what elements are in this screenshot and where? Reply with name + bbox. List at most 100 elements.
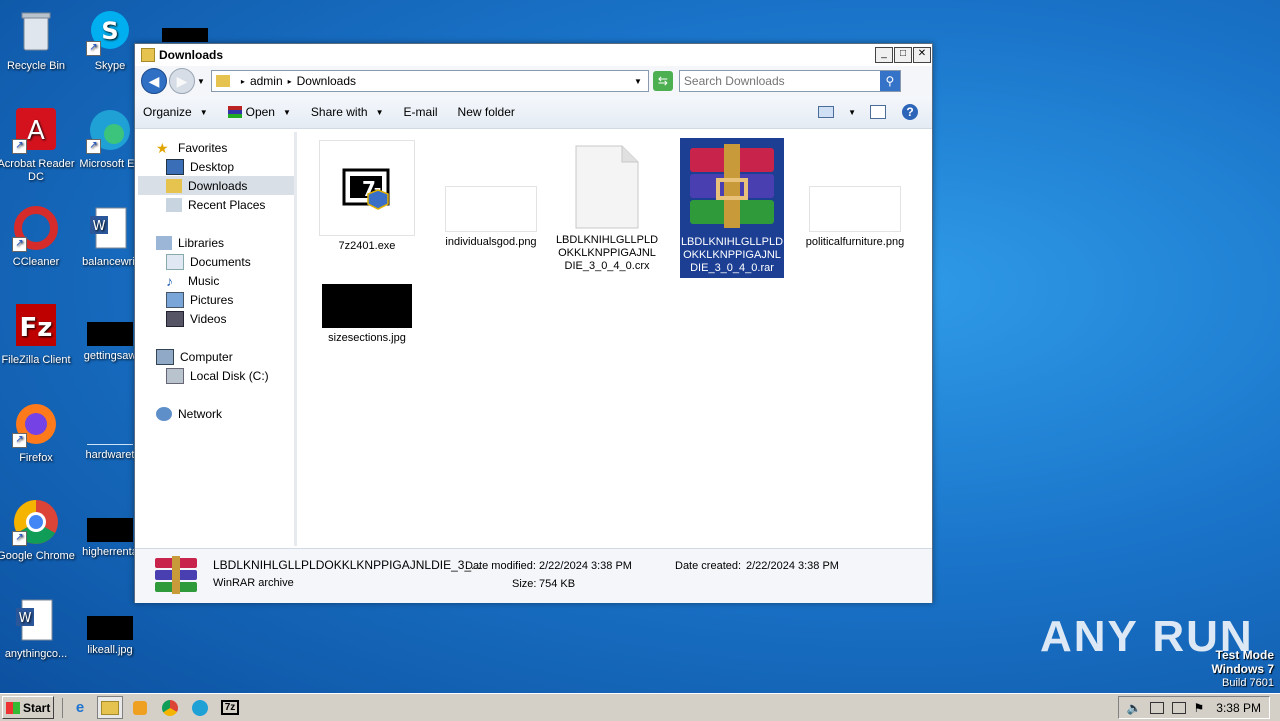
nav-desktop[interactable]: Desktop bbox=[138, 157, 294, 176]
taskbar-explorer-button[interactable] bbox=[97, 696, 123, 719]
breadcrumb-downloads[interactable]: Downloads bbox=[297, 74, 356, 88]
taskbar-media-player-button[interactable] bbox=[127, 696, 153, 719]
downloads-folder-icon bbox=[166, 178, 182, 193]
nav-videos[interactable]: Videos bbox=[138, 309, 294, 328]
search-icon: ⚲ bbox=[885, 74, 895, 88]
search-input[interactable] bbox=[679, 73, 880, 89]
file-item-rar-selected[interactable]: LBDLKNIHLGLLPLDOKKLKNPPIGAJNLDIE_3_0_4_0… bbox=[679, 137, 785, 279]
breadcrumb-admin[interactable]: admin bbox=[250, 74, 283, 88]
shortcut-arrow-icon: ↗ bbox=[12, 237, 27, 252]
taskbar-ie-button[interactable]: e bbox=[67, 696, 93, 719]
nav-pictures[interactable]: Pictures bbox=[138, 290, 294, 309]
libraries-icon bbox=[156, 235, 172, 250]
address-dropdown-icon[interactable]: ▼ bbox=[634, 77, 642, 86]
recycle-bin-icon bbox=[12, 8, 60, 56]
image-file-icon bbox=[87, 518, 133, 542]
file-item-crx[interactable]: LBDLKNIHLGLLPLDOKKLKNPPIGAJNLDIE_3_0_4_0… bbox=[555, 140, 659, 273]
desktop-icon-likeall[interactable]: likeall.jpg bbox=[70, 616, 150, 657]
email-button[interactable]: E-mail bbox=[402, 105, 440, 119]
open-button[interactable]: Open ▼ bbox=[226, 105, 293, 119]
winrar-archive-icon bbox=[684, 140, 780, 232]
chrome-icon bbox=[162, 699, 178, 716]
taskbar-chrome-button[interactable] bbox=[157, 696, 183, 719]
file-item-politicalfurniture-png[interactable]: politicalfurniture.png bbox=[803, 140, 907, 249]
address-bar[interactable]: ▸ admin ▸ Downloads ▼ bbox=[210, 70, 649, 92]
desktop-icon-recycle-bin[interactable]: Recycle Bin bbox=[0, 8, 76, 73]
breadcrumb-separator-icon[interactable]: ▸ bbox=[288, 77, 292, 86]
file-item-7z2401-exe[interactable]: 7z 7z2401.exe bbox=[315, 140, 419, 253]
action-center-flag-icon[interactable]: ⚑ bbox=[1194, 701, 1205, 715]
desktop-icon-acrobat[interactable]: A ↗ Acrobat Reader DC bbox=[0, 106, 76, 184]
file-list: 7z 7z2401.exe individualsgod.png LBDLKNI… bbox=[297, 132, 930, 546]
desktop-icon-filezilla[interactable]: Fz FileZilla Client bbox=[0, 302, 76, 367]
image-thumbnail bbox=[809, 186, 901, 232]
minimize-button[interactable]: _ bbox=[875, 47, 893, 63]
file-item-sizesections-jpg[interactable]: sizesections.jpg bbox=[315, 282, 419, 345]
nav-libraries[interactable]: Libraries bbox=[138, 233, 294, 252]
generic-file-icon bbox=[574, 144, 640, 230]
desktop-icon-label: CCleaner bbox=[12, 256, 60, 268]
change-view-icon[interactable] bbox=[818, 106, 835, 118]
file-item-individualsgod-png[interactable]: individualsgod.png bbox=[439, 140, 543, 249]
start-label: Start bbox=[23, 700, 51, 715]
nav-label: Computer bbox=[180, 349, 233, 364]
image-file-icon bbox=[87, 616, 133, 640]
view-options-dropdown[interactable]: ▼ bbox=[848, 108, 856, 117]
organize-label: Organize bbox=[143, 105, 192, 119]
chevron-down-icon: ▼ bbox=[375, 107, 384, 117]
nav-network[interactable]: Network bbox=[138, 404, 294, 423]
nav-recent-places[interactable]: Recent Places bbox=[138, 195, 294, 214]
taskbar-edge-button[interactable] bbox=[187, 696, 213, 719]
test-mode-watermark: Test Mode Windows 7 Build 7601 bbox=[1211, 648, 1274, 690]
search-button[interactable]: ⚲ bbox=[879, 71, 900, 91]
nav-computer[interactable]: Computer bbox=[138, 347, 294, 366]
chrome-icon: ↗ bbox=[12, 498, 60, 546]
desktop-icon-anythingco[interactable]: W anythingco... bbox=[0, 596, 76, 661]
address-row: ◀ ▶ ▼ ▸ admin ▸ Downloads ▼ ⇆ ⚲ bbox=[135, 66, 932, 96]
recent-places-icon bbox=[166, 197, 182, 212]
taskbar: Start e 7z 🔈 ⚑ 3:38 PM bbox=[0, 693, 1280, 721]
taskbar-divider bbox=[62, 697, 63, 718]
nav-label: Local Disk (C:) bbox=[190, 368, 269, 383]
new-folder-button[interactable]: New folder bbox=[456, 105, 517, 119]
volume-icon[interactable]: 🔈 bbox=[1127, 701, 1142, 715]
desktop-icon-ccleaner[interactable]: ↗ CCleaner bbox=[0, 204, 76, 269]
folder-icon bbox=[215, 75, 230, 87]
start-button[interactable]: Start bbox=[2, 696, 54, 719]
refresh-button[interactable]: ⇆ bbox=[652, 71, 673, 91]
desktop-icon-firefox[interactable]: ↗ Firefox bbox=[0, 400, 76, 465]
back-button[interactable]: ◀ bbox=[141, 68, 167, 94]
display-icon[interactable] bbox=[1171, 701, 1186, 714]
nav-music[interactable]: ♪ Music bbox=[138, 271, 294, 290]
clock[interactable]: 3:38 PM bbox=[1216, 701, 1261, 715]
help-button[interactable]: ? bbox=[902, 104, 918, 120]
details-modified-label: Date modified: bbox=[465, 560, 536, 572]
command-bar: Organize ▼ Open ▼ Share with ▼ E-mail New f… bbox=[135, 96, 932, 129]
videos-icon bbox=[166, 310, 184, 327]
nav-label: Network bbox=[178, 406, 223, 421]
recent-pages-dropdown[interactable]: ▼ bbox=[197, 77, 205, 86]
file-name: LBDLKNIHLGLLPLDOKKLKNPPIGAJNLDIE_3_0_4_0… bbox=[555, 234, 659, 272]
desktop-image-thumbnail bbox=[162, 28, 208, 42]
windows-logo-icon bbox=[6, 701, 20, 714]
nav-downloads[interactable]: Downloads bbox=[138, 176, 294, 195]
nav-favorites[interactable]: ★ Favorites bbox=[138, 138, 294, 157]
acrobat-icon: A ↗ bbox=[12, 106, 60, 154]
maximize-button[interactable]: □ bbox=[894, 47, 912, 63]
share-with-button[interactable]: Share with ▼ bbox=[309, 105, 386, 119]
details-size-value: 754 KB bbox=[539, 578, 576, 590]
close-button[interactable]: ✕ bbox=[913, 47, 931, 63]
nav-local-disk[interactable]: Local Disk (C:) bbox=[138, 366, 294, 385]
forward-button[interactable]: ▶ bbox=[169, 68, 195, 94]
nav-documents[interactable]: Documents bbox=[138, 252, 294, 271]
network-status-icon[interactable] bbox=[1149, 701, 1164, 714]
preview-pane-icon[interactable] bbox=[870, 105, 886, 119]
taskbar-7zip-button[interactable]: 7z bbox=[217, 696, 243, 719]
title-bar[interactable]: Downloads _ □ ✕ bbox=[135, 44, 932, 66]
organize-button[interactable]: Organize ▼ bbox=[141, 105, 210, 119]
desktop-icon-label: FileZilla Client bbox=[1, 354, 71, 366]
breadcrumb-separator-icon[interactable]: ▸ bbox=[241, 77, 245, 86]
file-name: individualsgod.png bbox=[445, 236, 537, 248]
desktop-icon-chrome[interactable]: ↗ Google Chrome bbox=[0, 498, 76, 563]
nav-label: Documents bbox=[190, 254, 251, 269]
